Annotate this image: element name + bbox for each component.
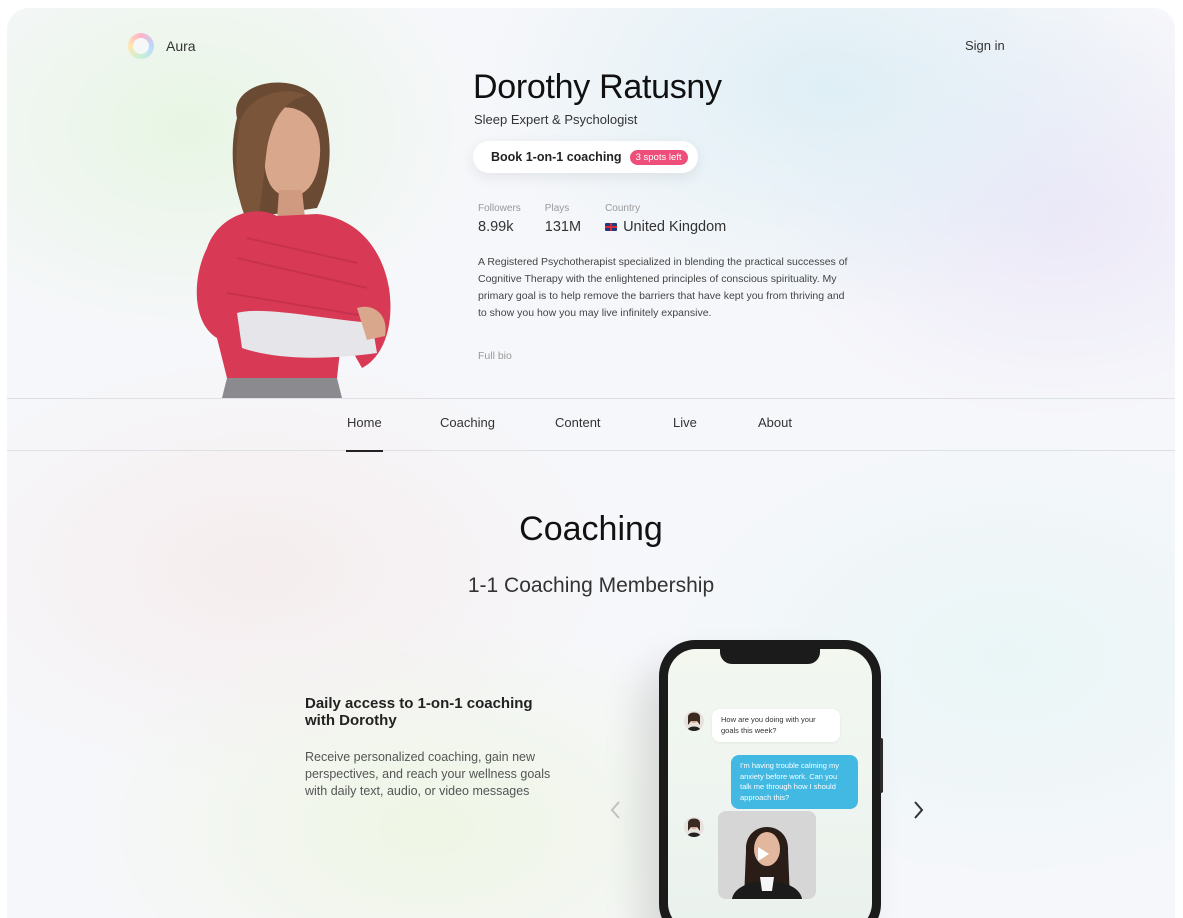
sign-in-link[interactable]: Sign in [965, 38, 1005, 53]
chat-video-message[interactable] [718, 811, 816, 899]
coaching-section-subtitle: 1-1 Coaching Membership [467, 574, 715, 597]
phone-notch [720, 649, 820, 664]
stat-value-country: United Kingdom [605, 219, 726, 235]
profile-bio: A Registered Psychotherapist specialized… [478, 256, 848, 319]
tab-live[interactable]: Live [673, 415, 697, 430]
phone-screen: How are you doing with your goals this w… [668, 649, 872, 918]
stat-country: Country United Kingdom [605, 203, 726, 235]
feature-title: Daily access to 1-on-1 coaching with Dor… [305, 695, 533, 729]
page-frame: Aura Sign in Dorothy Ratusny Sleep Exper… [7, 8, 1175, 918]
book-coaching-button[interactable]: Book 1-on-1 coaching 3 spots left [473, 141, 698, 173]
profile-role: Sleep Expert & Psychologist [474, 112, 638, 127]
chat-message-user: I'm having trouble calming my anxiety be… [731, 755, 858, 809]
tab-home[interactable]: Home [346, 415, 383, 452]
brand-name: Aura [166, 38, 196, 54]
stat-plays: Plays 131M [545, 203, 581, 235]
feature-description: Receive personalized coaching, gain new … [305, 750, 551, 798]
phone-side-button [880, 738, 883, 793]
carousel-prev-icon[interactable] [606, 798, 626, 822]
book-coaching-label: Book 1-on-1 coaching [491, 150, 622, 164]
profile-stats: Followers 8.99k Plays 131M Country Unite… [478, 203, 726, 235]
stat-value: 131M [544, 219, 582, 235]
profile-name: Dorothy Ratusny [473, 68, 722, 106]
stat-value: 8.99k [478, 219, 514, 235]
uk-flag-icon [605, 223, 618, 231]
carousel-next-icon[interactable] [908, 798, 928, 822]
brand-logo[interactable]: Aura [128, 33, 196, 59]
stat-followers: Followers 8.99k [478, 203, 521, 235]
aura-logo-icon [128, 33, 154, 59]
play-icon[interactable] [758, 847, 769, 861]
coach-avatar [684, 817, 704, 837]
stat-label: Country [605, 203, 641, 214]
spots-left-badge: 3 spots left [629, 149, 688, 165]
stat-label: Plays [544, 203, 570, 214]
phone-mockup: How are you doing with your goals this w… [659, 640, 881, 918]
coach-avatar [684, 711, 704, 731]
country-name: United Kingdom [623, 219, 727, 235]
coaching-section-title: Coaching [519, 510, 663, 548]
stat-label: Followers [478, 203, 521, 214]
chat-message-coach: How are you doing with your goals this w… [712, 709, 840, 742]
full-bio-link[interactable]: Full bio [478, 350, 512, 362]
profile-portrait [196, 82, 391, 398]
profile-nav: Home Coaching Content Live About [7, 398, 1175, 452]
tab-content[interactable]: Content [555, 415, 601, 430]
tab-coaching[interactable]: Coaching [440, 415, 495, 430]
tab-about[interactable]: About [758, 415, 792, 430]
